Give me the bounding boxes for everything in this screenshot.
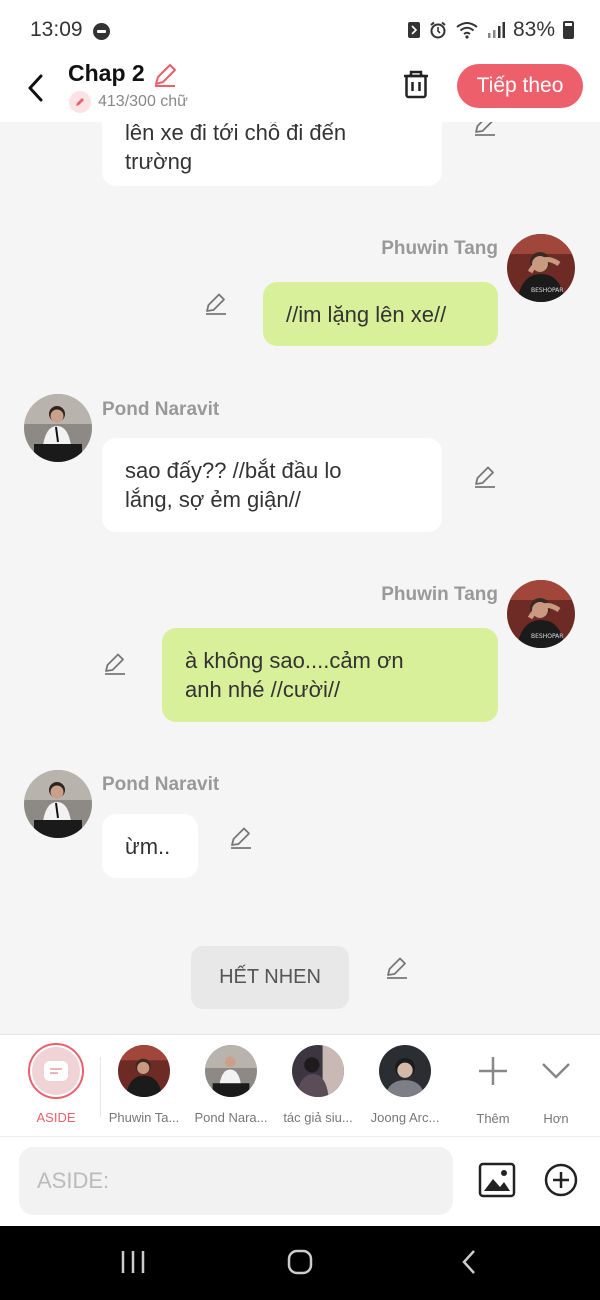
- message-text: ừm..: [125, 833, 171, 859]
- character-phuwin[interactable]: Phuwin Ta...: [102, 1045, 186, 1125]
- character-label: ASIDE: [36, 1110, 76, 1125]
- more-characters-button[interactable]: Hơn: [514, 1045, 598, 1126]
- message-line: trường: [125, 149, 193, 174]
- back-button[interactable]: [18, 68, 52, 108]
- next-button[interactable]: Tiếp theo: [457, 64, 583, 108]
- sender-name: Phuwin Tang: [381, 238, 498, 259]
- delete-button[interactable]: [400, 68, 434, 102]
- pencil-icon[interactable]: [384, 955, 410, 981]
- character-aside[interactable]: ASIDE: [14, 1043, 98, 1125]
- add-button[interactable]: [544, 1163, 578, 1202]
- status-icons: 83%: [407, 18, 574, 42]
- aside-message[interactable]: HẾT NHEN: [191, 946, 349, 1009]
- editor-header: Chap 2 413/300 chữ Tiếp theo: [0, 60, 600, 122]
- pencil-badge-icon: [69, 91, 91, 113]
- system-back-button[interactable]: [460, 1248, 478, 1281]
- chevron-down-icon: [542, 1063, 570, 1079]
- insert-image-button[interactable]: [478, 1162, 516, 1203]
- sender-name: Pond Naravit: [102, 774, 220, 795]
- message-bubble[interactable]: //im lặng lên xe//: [263, 282, 498, 346]
- character-author[interactable]: tác giả siu...: [276, 1045, 360, 1125]
- message-line: anh nhé //cười//: [185, 677, 341, 702]
- pencil-icon: [155, 64, 176, 87]
- chat-area[interactable]: lên xe đi tới chỗ đi đến trường Phuwin T…: [0, 122, 600, 1034]
- image-icon: [478, 1162, 516, 1198]
- character-label: Phuwin Ta...: [108, 1110, 180, 1125]
- message-bubble[interactable]: à không sao....cảm ơn anh nhé //cười//: [162, 628, 498, 722]
- alarm-icon: [430, 21, 446, 39]
- home-icon: [287, 1249, 313, 1275]
- svg-text:BESHOPAR: BESHOPAR: [531, 633, 563, 640]
- avatar-pond[interactable]: [24, 770, 92, 838]
- more-label: Hơn: [543, 1111, 569, 1126]
- status-bar: 13:09 83%: [0, 0, 600, 60]
- pencil-icon[interactable]: [228, 825, 254, 851]
- trash-icon: [404, 70, 428, 99]
- avatar-phuwin[interactable]: BESHOPAR: [507, 234, 575, 302]
- add-circle-icon: [544, 1163, 578, 1197]
- character-joong[interactable]: Joong Arc...: [363, 1045, 447, 1125]
- message-line: lên xe đi tới chỗ đi đến: [125, 122, 347, 145]
- svg-text:BESHOPAR: BESHOPAR: [531, 287, 563, 294]
- pencil-icon[interactable]: [472, 122, 498, 138]
- sender-name: Pond Naravit: [102, 399, 220, 420]
- message-line: sao đấy?? //bắt đầu lo: [125, 458, 342, 483]
- recents-button[interactable]: [120, 1248, 146, 1281]
- edit-title-button[interactable]: [152, 62, 178, 93]
- signal-icon: [487, 22, 505, 38]
- pencil-icon[interactable]: [102, 651, 128, 677]
- character-label: tác giả siu...: [283, 1110, 353, 1125]
- message-line: à không sao....cảm ơn: [185, 648, 404, 673]
- character-label: Joong Arc...: [370, 1110, 440, 1125]
- message-bubble[interactable]: sao đấy?? //bắt đầu lo lắng, sợ ẻm giận/…: [102, 438, 442, 532]
- aside-icon: [44, 1061, 68, 1081]
- word-count-text: 413/300 chữ: [98, 93, 188, 110]
- message-text: //im lặng lên xe//: [286, 301, 447, 327]
- system-nav-bar: [0, 1226, 600, 1300]
- back-arrow-icon: [28, 74, 43, 102]
- pencil-icon[interactable]: [203, 291, 229, 317]
- message-bubble[interactable]: lên xe đi tới chỗ đi đến trường: [102, 122, 442, 186]
- status-time: 13:09: [30, 18, 83, 41]
- nfc-icon: [407, 22, 420, 38]
- battery-icon: [563, 21, 574, 39]
- aside-text: HẾT NHEN: [219, 966, 321, 988]
- home-button[interactable]: [286, 1248, 314, 1281]
- nav-back-icon: [462, 1250, 475, 1274]
- composer: [0, 1136, 600, 1226]
- message-bubble[interactable]: ừm..: [102, 814, 198, 878]
- character-label: Pond Nara...: [194, 1110, 268, 1125]
- avatar-phuwin[interactable]: BESHOPAR: [507, 580, 575, 648]
- avatar-pond[interactable]: [24, 394, 92, 462]
- aside-input[interactable]: [19, 1147, 453, 1215]
- pencil-icon[interactable]: [472, 464, 498, 490]
- sender-name: Phuwin Tang: [381, 584, 498, 605]
- battery-percent: 83%: [512, 18, 555, 41]
- character-pond[interactable]: Pond Nara...: [189, 1045, 273, 1125]
- word-count: 413/300 chữ: [69, 91, 188, 113]
- character-bar: ASIDE Phuwin Ta... Pond Nara... tác giả …: [0, 1034, 600, 1136]
- recents-icon: [121, 1251, 145, 1273]
- plus-icon: [479, 1057, 507, 1085]
- chapter-title[interactable]: Chap 2: [68, 60, 145, 87]
- do-not-disturb-icon: [93, 23, 110, 40]
- message-line: lắng, sợ ẻm giận//: [125, 487, 301, 512]
- divider: [100, 1057, 101, 1117]
- wifi-icon: [456, 22, 478, 39]
